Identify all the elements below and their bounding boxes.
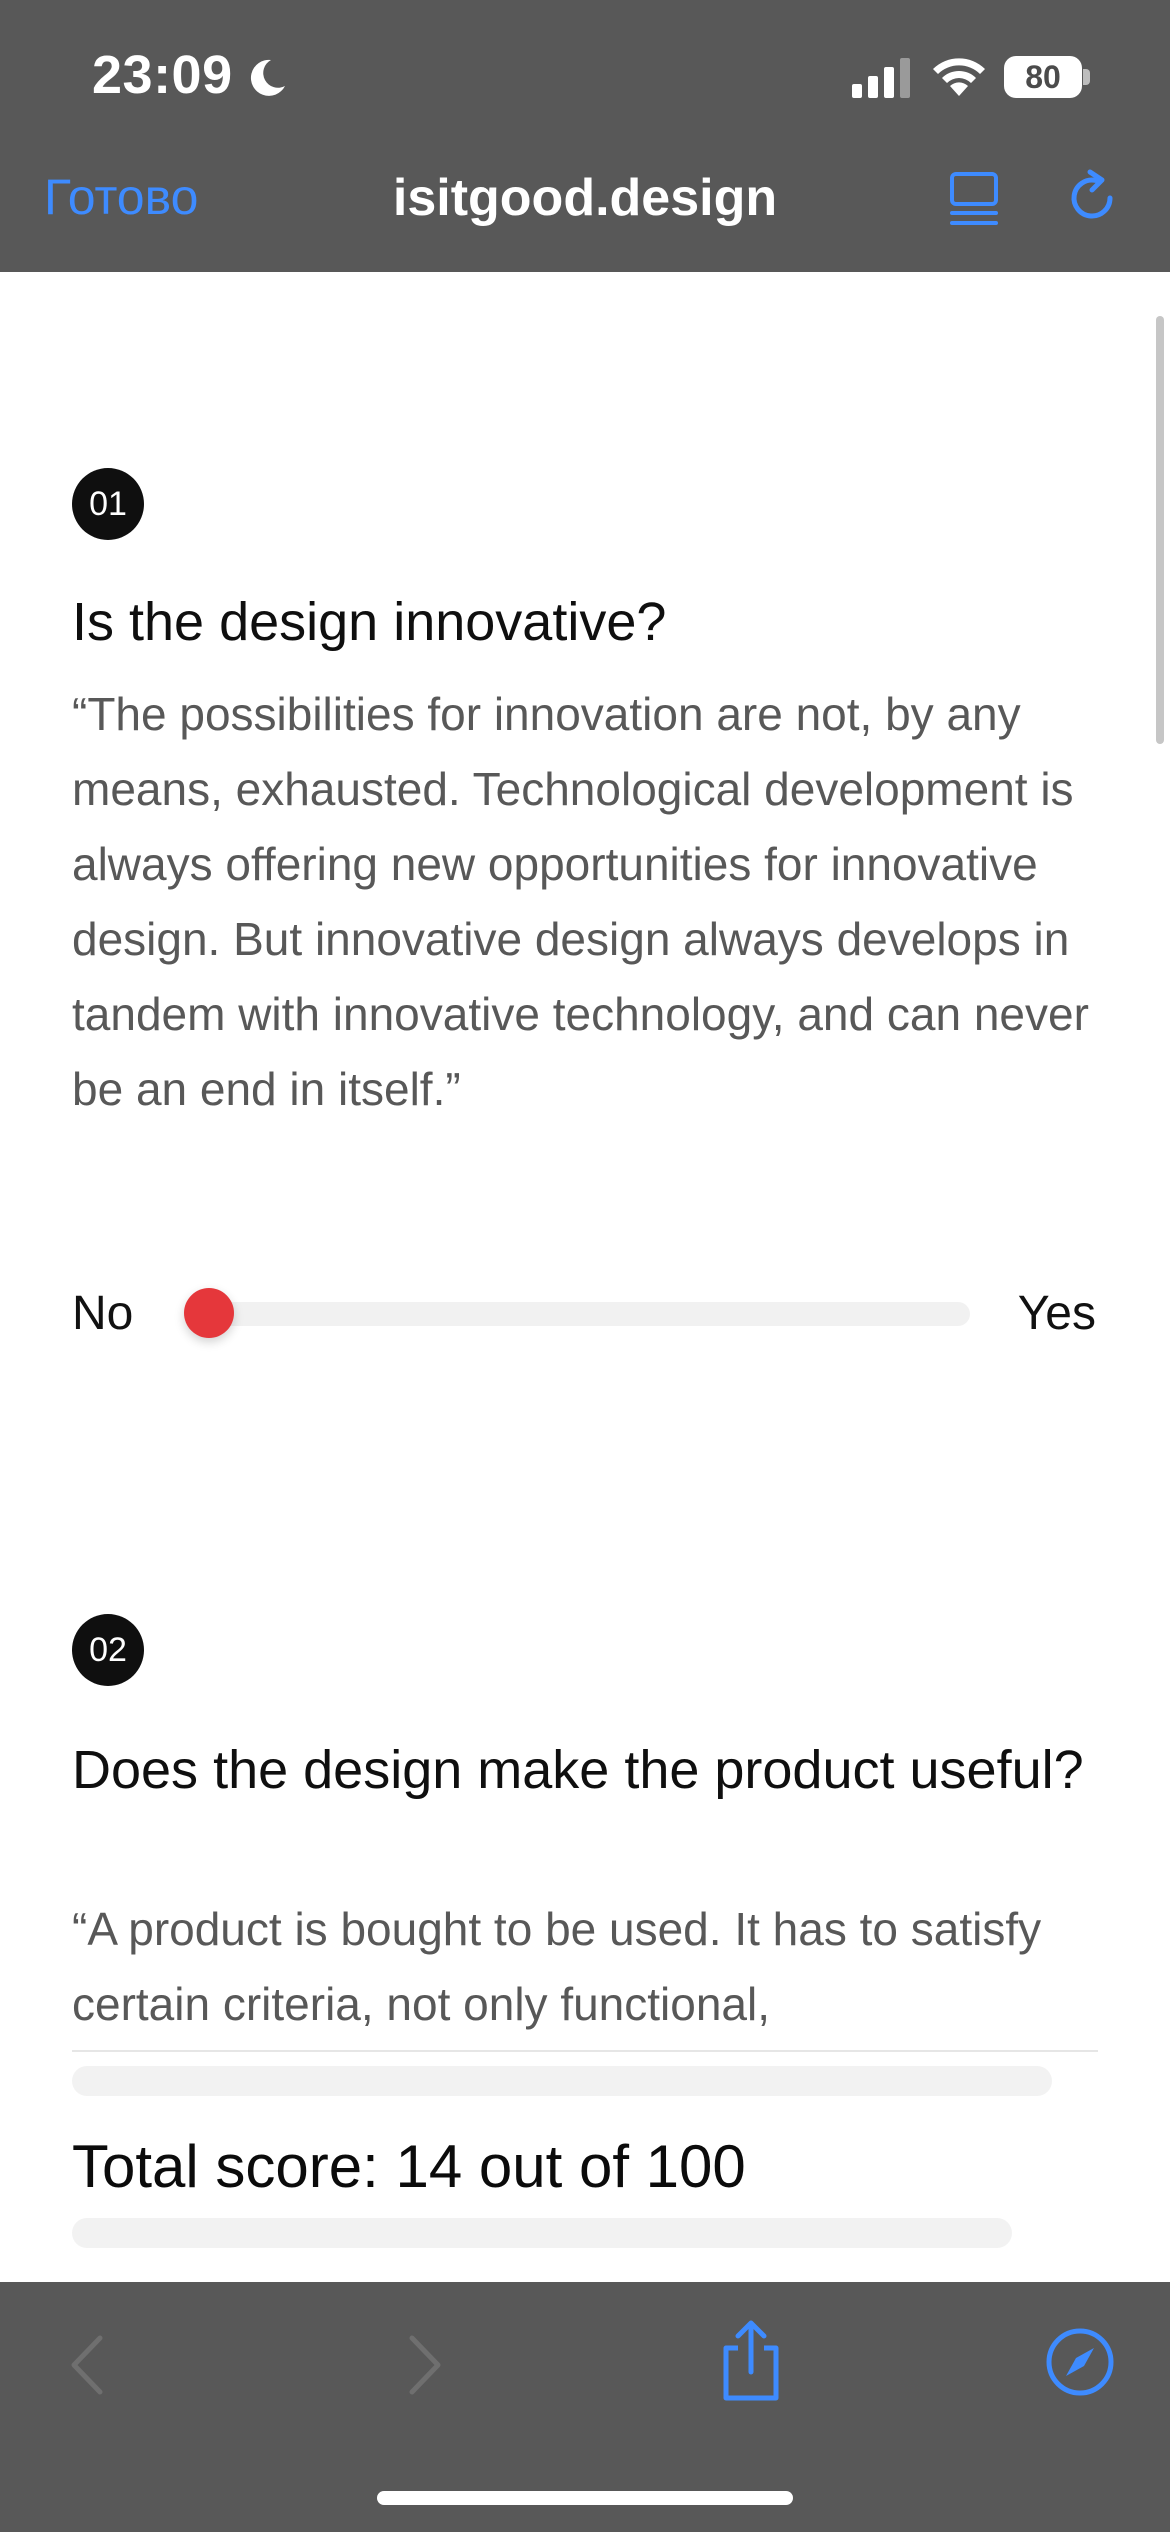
status-time: 23:09: [92, 45, 233, 105]
home-indicator: [377, 2491, 793, 2505]
divider: [72, 2050, 1098, 2052]
battery-icon: 80: [1004, 56, 1090, 98]
question-number-badge: 01: [72, 468, 144, 540]
battery-level: 80: [1004, 56, 1082, 98]
slider-track[interactable]: [190, 1302, 970, 1326]
slider-thumb[interactable]: [184, 1288, 234, 1338]
reader-mode-icon[interactable]: [946, 170, 1002, 228]
compass-icon[interactable]: [1044, 2326, 1116, 2398]
chevron-left-icon[interactable]: [64, 2330, 112, 2400]
question-quote: “A product is bought to be used. It has …: [72, 1903, 1042, 2030]
scrollbar[interactable]: [1156, 316, 1164, 744]
question-title: Does the design make the product useful?: [72, 1740, 1084, 1800]
score-slider[interactable]: No Yes: [72, 1278, 1096, 1348]
wifi-icon: [933, 58, 985, 96]
share-icon[interactable]: [716, 2318, 786, 2402]
slider-max-label: Yes: [1017, 1287, 1096, 1340]
moon-icon: [250, 59, 285, 96]
cellular-signal-icon: [852, 58, 910, 98]
slider-min-label: No: [72, 1287, 134, 1340]
reload-icon[interactable]: [1062, 168, 1124, 230]
chevron-right-icon[interactable]: [400, 2330, 448, 2400]
top-bar: 23:09 80 Готово isitgood.design: [0, 0, 1170, 272]
question-number-badge: 02: [72, 1614, 144, 1686]
faded-text-line: [72, 2066, 1052, 2096]
total-score: Total score: 14 out of 100: [72, 2133, 746, 2200]
question-title: Is the design innovative?: [72, 592, 667, 652]
faded-text-line: [72, 2218, 1012, 2248]
question-quote: “The possibilities for innovation are no…: [72, 688, 1089, 1115]
